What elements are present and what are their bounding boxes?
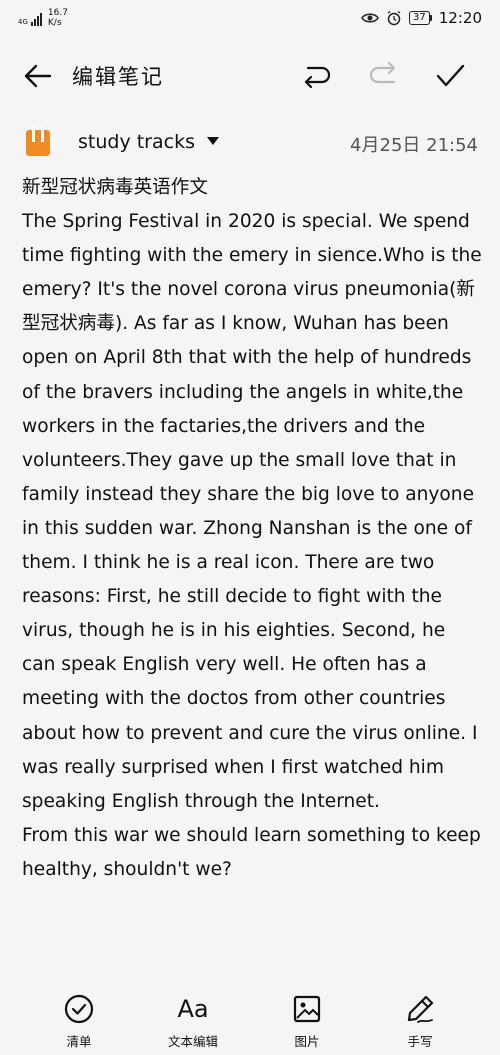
image-label: 图片	[294, 1034, 320, 1049]
note-meta-row: study tracks 4月25日 21:54	[0, 120, 500, 166]
image-icon	[293, 995, 321, 1023]
checklist-icon	[64, 994, 94, 1024]
check-icon[interactable]	[432, 58, 468, 94]
battery-level: 37	[409, 11, 430, 25]
notebook-icon[interactable]	[25, 127, 51, 157]
note-editor[interactable]: 新型冠状病毒英语作文 The Spring Festival in 2020 i…	[22, 171, 484, 887]
image-button[interactable]: 图片	[262, 993, 352, 1050]
network-type: 4G	[18, 18, 28, 26]
status-bar: 4G 16.7 K/s 37 12:20	[0, 0, 500, 40]
text-format-label: 文本编辑	[167, 1034, 218, 1049]
note-title-line: 新型冠状病毒英语作文	[22, 177, 208, 198]
bottom-toolbar: 清单 Aa 文本编辑 图片 手写	[0, 985, 500, 1055]
speed-unit: K/s	[47, 18, 62, 28]
checklist-label: 清单	[66, 1034, 92, 1049]
toolbar: 编辑笔记	[0, 40, 500, 110]
handwriting-label: 手写	[407, 1034, 433, 1049]
text-format-button[interactable]: Aa 文本编辑	[148, 993, 238, 1050]
handwriting-button[interactable]: 手写	[375, 993, 465, 1050]
note-paragraph: From this war we should learn something …	[22, 824, 481, 880]
page-title: 编辑笔记	[72, 65, 164, 89]
status-left: 4G 16.7 K/s	[18, 8, 68, 28]
text-format-icon: Aa	[177, 995, 209, 1023]
undo-icon[interactable]	[298, 58, 334, 94]
network-speed: 16.7 K/s	[48, 8, 68, 28]
caret-down-icon[interactable]	[206, 136, 220, 146]
arrow-left-icon[interactable]	[22, 60, 54, 92]
signal-icon: 4G	[18, 10, 42, 26]
note-paragraph: The Spring Festival in 2020 is special. …	[22, 211, 482, 812]
note-date: 4月25日 21:54	[350, 135, 478, 156]
folder-selector[interactable]: study tracks	[78, 131, 195, 153]
handwriting-icon	[407, 995, 434, 1023]
status-right: 37 12:20	[361, 9, 482, 27]
battery-icon: 37	[409, 11, 432, 25]
alarm-icon	[387, 10, 401, 26]
clock: 12:20	[438, 9, 482, 27]
eye-comfort-icon	[361, 13, 379, 23]
redo-icon[interactable]	[366, 58, 402, 94]
checklist-button[interactable]: 清单	[34, 993, 124, 1050]
speed-value: 16.7	[47, 8, 68, 18]
